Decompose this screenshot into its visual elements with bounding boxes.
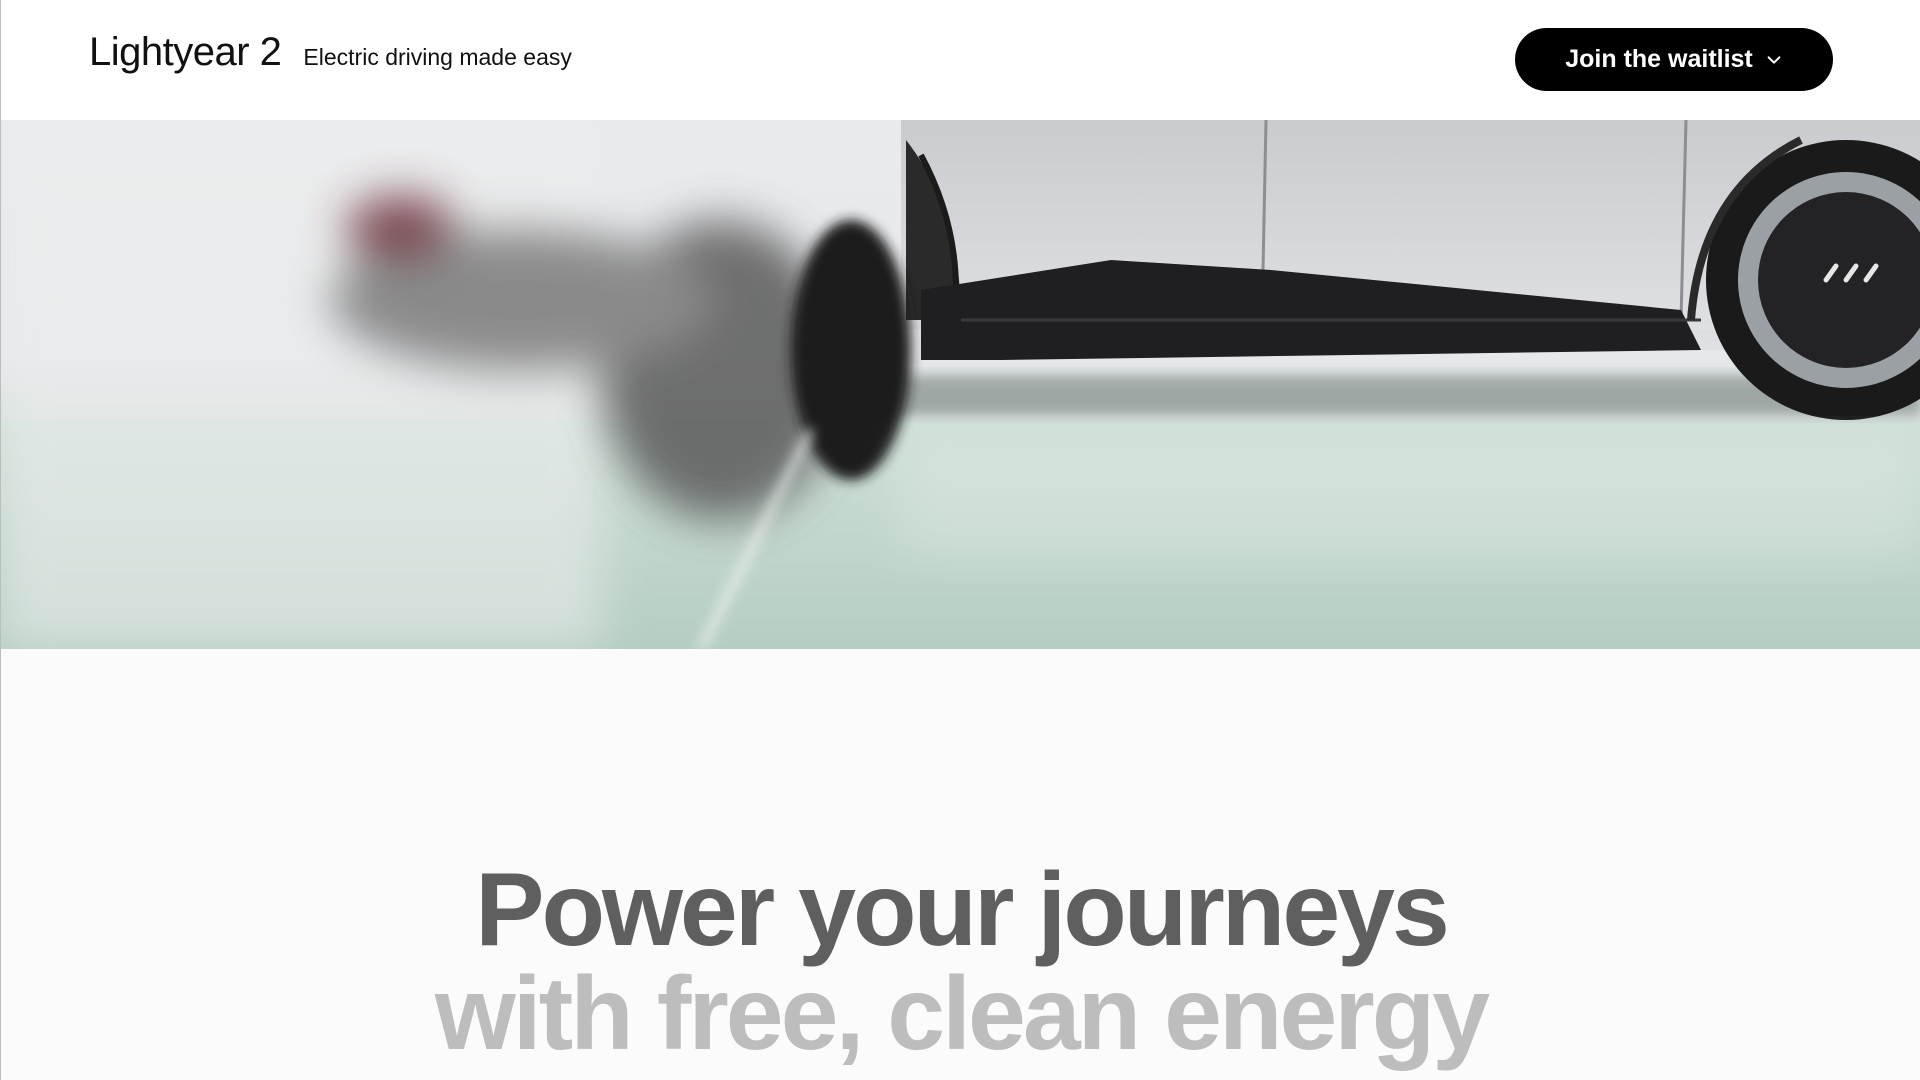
brand: Lightyear 2 Electric driving made easy	[89, 30, 572, 75]
chevron-down-icon	[1767, 55, 1781, 64]
hero-headline: Power your journeys with free, clean ene…	[1, 858, 1920, 1066]
brand-tagline: Electric driving made easy	[303, 44, 572, 70]
join-waitlist-button[interactable]: Join the waitlist	[1515, 28, 1833, 91]
headline-line-2: with free, clean energy	[434, 956, 1490, 1072]
hero-image	[1, 120, 1920, 649]
brand-logo-text[interactable]: Lightyear 2	[89, 30, 282, 75]
headline-line-1: Power your journeys	[475, 852, 1450, 968]
site-header: Lightyear 2 Electric driving made easy J…	[1, 0, 1920, 120]
join-waitlist-label: Join the waitlist	[1565, 45, 1753, 73]
car-photo	[1, 120, 1920, 649]
